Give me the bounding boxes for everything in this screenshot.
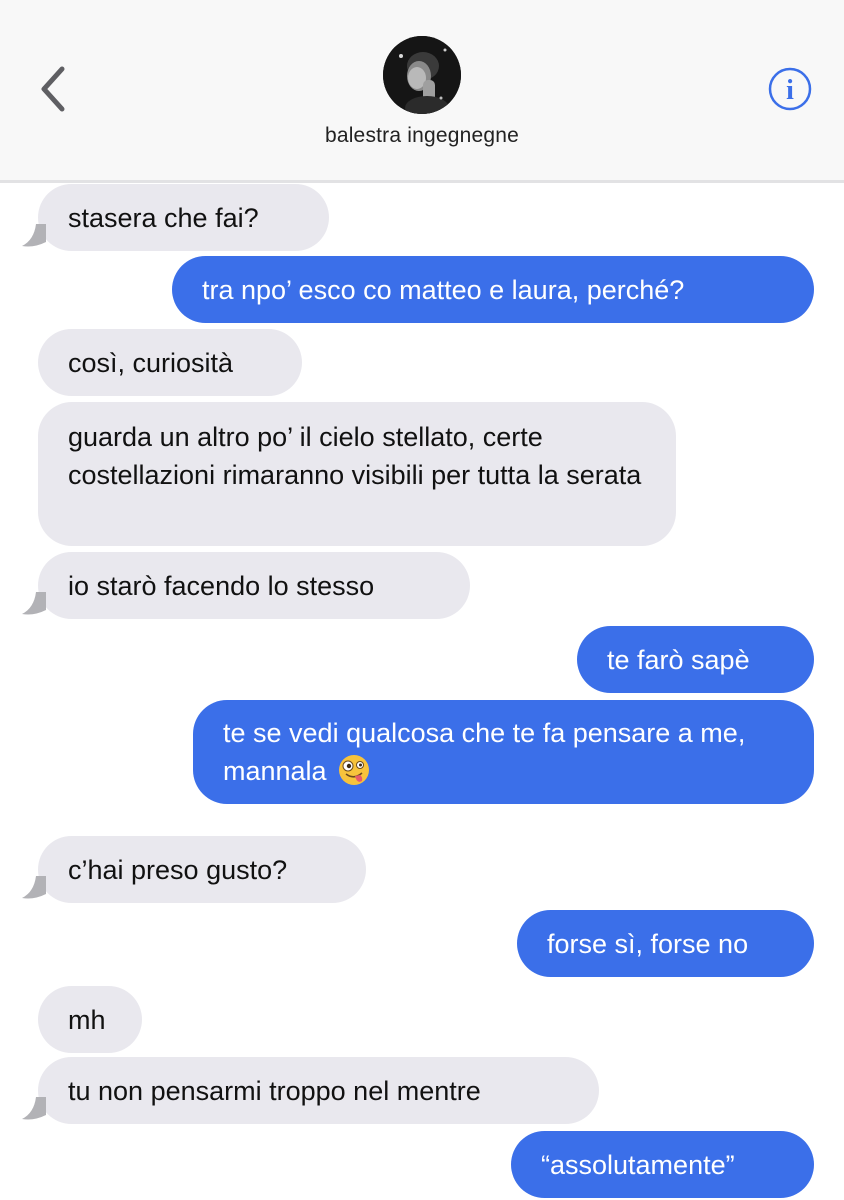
- contact-avatar[interactable]: [383, 36, 461, 114]
- incoming-message[interactable]: così, curiosità: [38, 329, 302, 396]
- bubble-tail-incoming: [22, 876, 46, 899]
- incoming-message[interactable]: io starò facendo lo stesso: [38, 552, 470, 619]
- message-text: stasera che fai?: [68, 203, 259, 233]
- contact-name[interactable]: balestra ingegnegne: [0, 124, 844, 148]
- outgoing-message[interactable]: te farò sapè: [577, 626, 814, 693]
- incoming-message[interactable]: mh: [38, 986, 142, 1053]
- bubble-tail-incoming: [22, 592, 46, 615]
- message-text: forse sì, forse no: [547, 929, 749, 959]
- message-text: te se vedi qualcosa che te fa pensare a …: [223, 718, 746, 786]
- message-text: “assolutamente”: [541, 1150, 735, 1180]
- bubble-tail-incoming: [22, 1097, 46, 1120]
- svg-text:i: i: [786, 75, 794, 106]
- info-button[interactable]: i: [767, 66, 813, 112]
- outgoing-message[interactable]: forse sì, forse no: [517, 910, 814, 977]
- incoming-message[interactable]: stasera che fai?: [38, 184, 329, 251]
- chevron-left-icon: [41, 66, 65, 112]
- info-icon: i: [768, 67, 812, 111]
- message-text: c’hai preso gusto?: [68, 855, 288, 885]
- outgoing-message[interactable]: tra npo’ esco co matteo e laura, perché?: [172, 256, 814, 323]
- avatar-photo: [383, 36, 461, 114]
- message-text: tra npo’ esco co matteo e laura, perché?: [202, 275, 685, 305]
- bubble-tail-incoming: [22, 224, 46, 247]
- conversation-header: balestra ingegnegne i: [0, 0, 844, 183]
- message-text: io starò facendo lo stesso: [68, 571, 375, 601]
- message-text: tu non pensarmi troppo nel mentre: [68, 1076, 481, 1106]
- message-thread[interactable]: stasera che fai? tra npo’ esco co matteo…: [0, 183, 844, 1200]
- back-button[interactable]: [34, 62, 74, 116]
- incoming-message[interactable]: c’hai preso gusto?: [38, 836, 366, 903]
- incoming-message[interactable]: tu non pensarmi troppo nel mentre: [38, 1057, 599, 1124]
- incoming-message[interactable]: guarda un altro po’ il cielo stellato, c…: [38, 402, 676, 546]
- outgoing-message[interactable]: “assolutamente”: [511, 1131, 814, 1198]
- message-text: così, curiosità: [68, 348, 234, 378]
- message-text: mh: [68, 1005, 106, 1035]
- message-text: guarda un altro po’ il cielo stellato, c…: [68, 422, 642, 490]
- zany-face-emoji: [339, 755, 370, 785]
- outgoing-message[interactable]: te se vedi qualcosa che te fa pensare a …: [193, 700, 814, 804]
- message-text: te farò sapè: [607, 645, 750, 675]
